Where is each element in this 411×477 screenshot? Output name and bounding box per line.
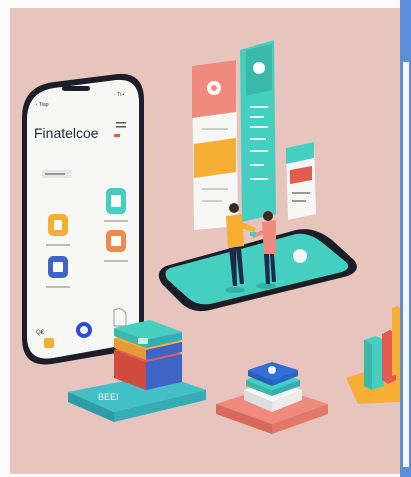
bottom-nav-label: Q€ [36, 330, 45, 336]
side-panel-inner [403, 62, 409, 467]
fintech-illustration: ‹ Tiap · Ti • Finatelcoe Q€ BEEI [10, 8, 400, 474]
location-pin-icon [268, 366, 276, 374]
phone-status-left: ‹ Tiap [36, 102, 49, 108]
location-pin-icon [293, 249, 307, 263]
menu-icon[interactable] [116, 122, 126, 124]
location-pin-icon [253, 62, 265, 74]
phone-app-title: Finatelcoe [34, 125, 99, 141]
chart-icon [53, 262, 63, 272]
card-icon [111, 195, 121, 207]
top-border [0, 0, 411, 8]
phone-status-right: · Ti • [114, 92, 124, 98]
illustration-frame: ‹ Tiap · Ti • Finatelcoe Q€ BEEI [0, 0, 411, 477]
receipt-label: BEEI [98, 392, 119, 402]
main-phone: ‹ Tiap · Ti • Finatelcoe Q€ [22, 73, 144, 365]
wallet-icon [54, 220, 62, 230]
home-icon[interactable] [44, 338, 54, 348]
card-icon [138, 338, 148, 344]
pie-icon [111, 236, 121, 246]
